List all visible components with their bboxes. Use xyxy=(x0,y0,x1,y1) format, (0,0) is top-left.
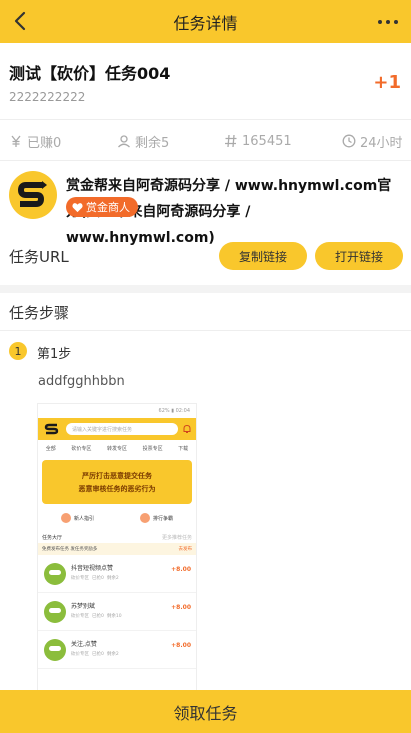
divider xyxy=(0,160,411,161)
logo-s-icon xyxy=(44,423,59,435)
step-text: addfgghhbbn xyxy=(38,374,125,389)
shot-notice: 免费发布任务 发任务奖励多 去发布 xyxy=(38,543,196,555)
shot-tag: 已抢0 xyxy=(92,576,104,581)
shot-task-price: +8.00 xyxy=(171,566,191,573)
stat-time: 24小时 xyxy=(342,132,403,151)
shot-task-name: 苏梦别斌 xyxy=(71,603,96,610)
section-separator xyxy=(0,285,411,293)
shot-tabs: 全部 砍价专区 转发专区 投票专区 下载 xyxy=(38,440,196,456)
shot-tag: 砍价专区 xyxy=(71,652,89,657)
publisher-avatar xyxy=(9,171,57,219)
shot-tag: 剩余2 xyxy=(106,576,119,581)
shot-banner-line: 恶意审核任务的恶劣行为 xyxy=(78,484,156,493)
shot-hall-more: 更多推荐任务 xyxy=(161,535,192,541)
shot-tag: 剩余2 xyxy=(106,652,119,657)
shot-task-name: 关注,点赞 xyxy=(71,641,97,648)
shot-tag: 砍价专区 xyxy=(71,614,89,619)
rank-icon xyxy=(139,513,150,523)
shot-link-text: 排行争霸 xyxy=(152,515,173,522)
shot-banner: 严厉打击恶意提交任务 恶意审核任务的恶劣行为 xyxy=(42,460,192,504)
shot-tag: 剩余10 xyxy=(106,614,122,619)
shot-hall-title: 任务大厅 xyxy=(42,535,63,541)
logo-s-icon xyxy=(18,181,47,207)
shot-tab: 全部 xyxy=(45,445,56,452)
shot-search-box: 请输入关键字进行搜索任务 xyxy=(66,423,178,435)
shot-notice-action: 去发布 xyxy=(178,547,193,552)
shot-tab: 投票专区 xyxy=(142,445,163,452)
shot-tag: 砍价专区 xyxy=(71,576,89,581)
avatar-icon xyxy=(44,639,66,661)
bell-icon xyxy=(183,424,191,433)
publisher-badge-text: 赏金商人 xyxy=(86,201,130,214)
shot-task-item: 苏梦别斌 砍价专区 已抢0 剩余10 +8.00 xyxy=(38,593,196,631)
shot-hall-header: 任务大厅 更多推荐任务 xyxy=(38,528,196,543)
shot-task-name: 抖音短视频点赞 xyxy=(71,565,114,572)
shot-tab: 下载 xyxy=(178,445,189,452)
step-label: 第1步 xyxy=(37,347,72,362)
back-arrow-icon[interactable] xyxy=(8,8,34,34)
task-url-label: 任务URL xyxy=(9,248,69,266)
publisher-badge: 赏金商人 xyxy=(66,197,138,217)
page-title: 任务详情 xyxy=(173,13,238,33)
shot-app-bar: 请输入关键字进行搜索任务 xyxy=(38,418,196,440)
shot-task-tags: 砍价专区 已抢0 剩余10 xyxy=(71,613,122,619)
claim-task-button[interactable]: 领取任务 xyxy=(0,690,411,733)
heart-icon xyxy=(72,202,83,212)
shot-tag: 已抢0 xyxy=(92,652,104,657)
top-bar: 任务详情 xyxy=(0,0,411,43)
copy-link-button[interactable]: 复制链接 xyxy=(219,242,307,270)
steps-title: 任务步骤 xyxy=(9,304,70,322)
open-link-button[interactable]: 打开链接 xyxy=(315,242,403,270)
shot-quick-links: 新人指引 排行争霸 xyxy=(38,508,196,528)
stat-id: 165451 xyxy=(224,134,292,149)
clock-icon xyxy=(342,134,356,148)
shot-tab: 转发专区 xyxy=(106,445,127,452)
stat-remaining: 剩余5 xyxy=(117,132,169,151)
divider xyxy=(0,330,411,331)
shot-banner-line: 严厉打击恶意提交任务 xyxy=(82,471,152,480)
stat-earned: 已赚0 xyxy=(9,132,61,151)
avatar-icon xyxy=(44,601,66,623)
shot-task-tags: 砍价专区 已抢0 剩余2 xyxy=(71,651,119,657)
stat-earned-text: 已赚0 xyxy=(27,135,62,151)
shot-task-price: +8.00 xyxy=(171,642,191,649)
divider xyxy=(0,119,411,120)
yuan-icon xyxy=(11,135,21,147)
shot-task-item: 抖音短视频点赞 砍价专区 已抢0 剩余2 +8.00 xyxy=(38,555,196,593)
task-reward: +1 xyxy=(373,72,401,93)
person-icon xyxy=(118,135,130,148)
shot-tab: 砍价专区 xyxy=(71,445,92,452)
shot-status-bar: 62% ▮ 02:04 xyxy=(38,404,196,418)
task-subtitle: 2222222222 xyxy=(9,90,86,104)
shot-notice-text: 免费发布任务 发任务奖励多 xyxy=(42,547,98,552)
guide-icon xyxy=(60,513,71,523)
shot-link-text: 新人指引 xyxy=(73,515,94,522)
stat-id-text: 165451 xyxy=(242,133,292,149)
task-stats: 已赚0 剩余5 165451 24小时 xyxy=(0,128,411,154)
shot-task-item: 关注,点赞 砍价专区 已抢0 剩余2 +8.00 xyxy=(38,631,196,669)
stat-remaining-text: 剩余5 xyxy=(135,135,170,151)
shot-tag: 已抢0 xyxy=(92,614,104,619)
hash-icon xyxy=(225,134,237,148)
avatar-icon xyxy=(44,563,66,585)
shot-task-tags: 砍价专区 已抢0 剩余2 xyxy=(71,575,119,581)
task-title: 测试【砍价】任务004 xyxy=(9,64,171,83)
step-number-badge: 1 xyxy=(9,342,27,360)
task-detail-page: 任务详情 测试【砍价】任务004 2222222222 +1 已赚0 剩余5 1… xyxy=(0,0,411,733)
more-menu-icon[interactable] xyxy=(375,9,401,35)
shot-link-guide: 新人指引 xyxy=(60,513,94,523)
shot-link-rank: 排行争霸 xyxy=(139,513,173,523)
step-screenshot-image[interactable]: 62% ▮ 02:04 请输入关键字进行搜索任务 全部 砍价专区 转发专区 投票… xyxy=(37,403,197,693)
shot-task-price: +8.00 xyxy=(171,604,191,611)
stat-time-text: 24小时 xyxy=(360,135,403,151)
